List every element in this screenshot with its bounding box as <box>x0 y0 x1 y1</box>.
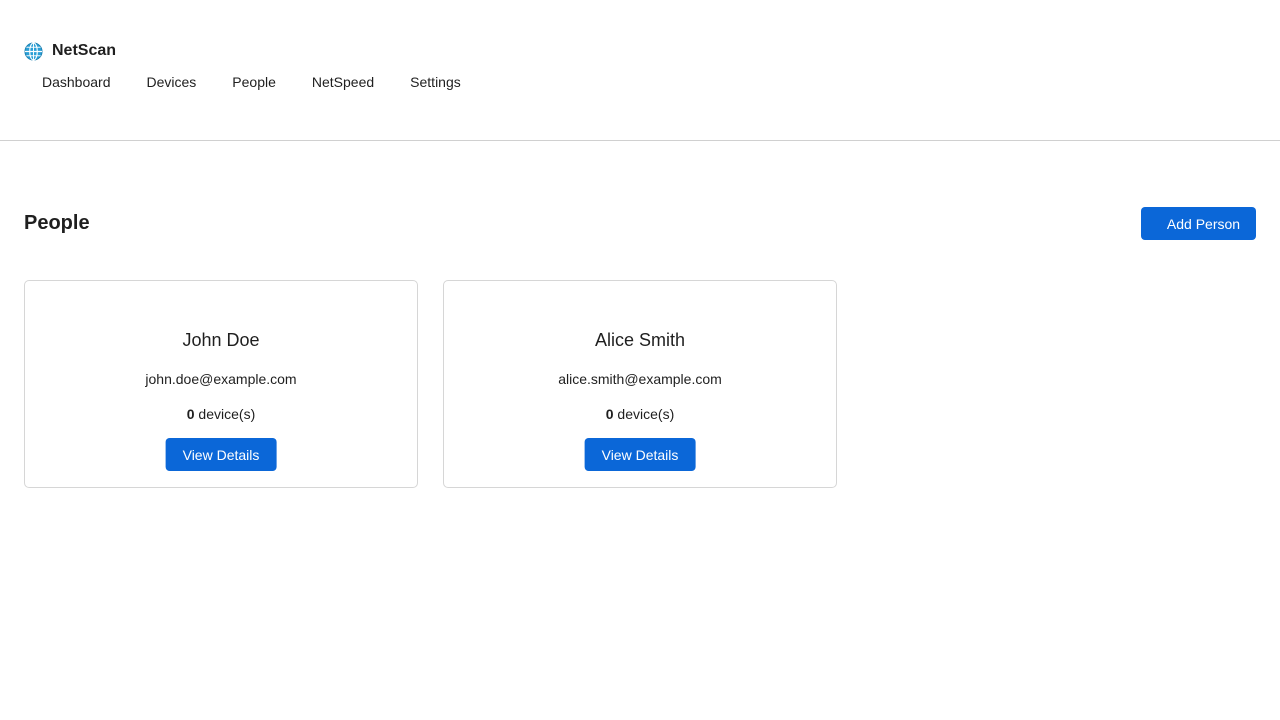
person-card: John Doe john.doe@example.com 0 device(s… <box>24 280 418 488</box>
main-nav: Dashboard Devices People NetSpeed Settin… <box>24 72 479 92</box>
page-title: People <box>24 212 90 234</box>
nav-item-settings[interactable]: Settings <box>392 74 479 90</box>
person-card: Alice Smith alice.smith@example.com 0 de… <box>443 280 837 488</box>
app-header: NetScan Dashboard Devices People NetSpee… <box>0 0 1280 141</box>
person-name: Alice Smith <box>594 330 686 350</box>
person-device-count: 0 device(s) <box>25 405 417 423</box>
nav-item-devices[interactable]: Devices <box>129 74 215 90</box>
device-count-label: device(s) <box>194 406 256 422</box>
person-email: alice.smith@example.com <box>558 371 722 387</box>
globe-icon <box>24 41 43 61</box>
view-details-button[interactable]: View Details <box>165 438 277 471</box>
nav-item-people[interactable]: People <box>214 74 294 90</box>
device-count-label: device(s) <box>613 406 675 422</box>
view-details-button[interactable]: View Details <box>584 438 696 471</box>
add-person-button[interactable]: Add Person <box>1141 207 1256 240</box>
device-count-value: 0 <box>186 406 195 422</box>
nav-item-dashboard[interactable]: Dashboard <box>24 74 129 90</box>
person-name: John Doe <box>182 330 260 350</box>
nav-item-netspeed[interactable]: NetSpeed <box>294 74 392 90</box>
person-device-count: 0 device(s) <box>444 405 836 423</box>
brand[interactable]: NetScan <box>24 40 116 62</box>
device-count-value: 0 <box>605 406 614 422</box>
person-email: john.doe@example.com <box>145 371 297 387</box>
brand-name: NetScan <box>52 42 117 59</box>
